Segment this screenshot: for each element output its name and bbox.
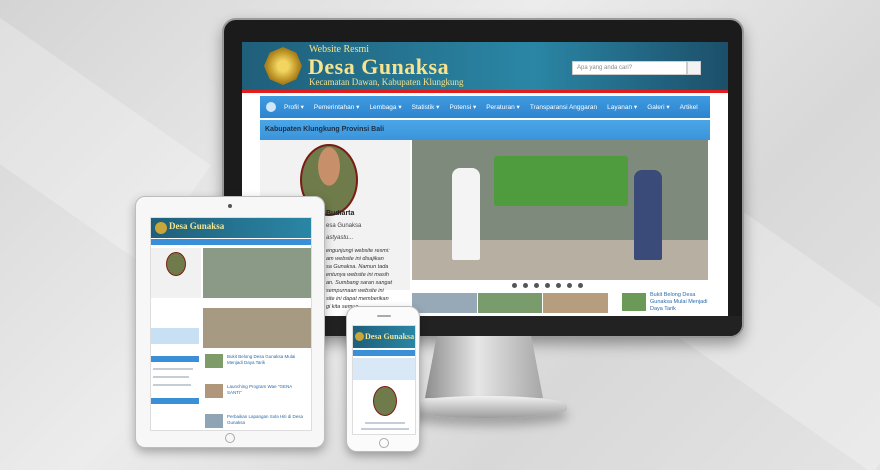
tablet-news-thumb[interactable]	[205, 354, 223, 368]
tablet-site-header: Desa Gunaksa	[151, 218, 311, 238]
phone-screen: Desa Gunaksa	[352, 325, 416, 435]
tablet-logo	[155, 222, 167, 234]
slider-dot[interactable]	[523, 283, 528, 288]
phone-text-line	[361, 428, 409, 430]
slider-dot[interactable]	[545, 283, 550, 288]
tablet-slider[interactable]	[203, 248, 311, 298]
nav-item-peraturan[interactable]: Peraturan ▾	[486, 103, 520, 111]
profile-role: esa Gunaksa	[326, 223, 362, 229]
tablet-sidebar-widget	[151, 356, 199, 362]
slider-dot[interactable]	[567, 283, 572, 288]
main-nav: Profil ▾ Pemerintahan ▾ Lembaga ▾ Statis…	[260, 96, 710, 118]
site-header: Website Resmi Desa Gunaksa Kecamatan Daw…	[242, 42, 728, 90]
profile-text-visible: Budiarta esa Gunaksa astyastu... engunju…	[326, 210, 396, 310]
tablet-news-thumb[interactable]	[205, 384, 223, 398]
tablet-news-link[interactable]: Bukit Belong Desa Gunaksa Mulai Menjadi …	[227, 354, 307, 365]
gallery-thumb[interactable]	[412, 293, 477, 313]
tablet-camera	[228, 204, 232, 208]
search-button[interactable]	[687, 61, 701, 75]
news-thumbnail[interactable]	[622, 293, 646, 311]
nav-item-lembaga[interactable]: Lembaga ▾	[369, 103, 401, 111]
home-icon[interactable]	[266, 102, 276, 112]
tablet-news-link[interactable]: Perbaikan Lapangan Sola Hiti di Desa Gun…	[227, 414, 307, 425]
nav-item-profil[interactable]: Profil ▾	[284, 103, 304, 111]
slider-pagination	[512, 283, 583, 288]
tablet-sidebar-widget	[151, 328, 199, 344]
image-slider[interactable]	[412, 140, 708, 280]
region-title: Kabupaten Klungkung Provinsi Bali	[260, 118, 710, 140]
tablet-home-button[interactable]	[225, 433, 235, 443]
phone-site-header: Desa Gunaksa	[353, 326, 415, 348]
phone-logo	[355, 332, 364, 341]
slider-dot[interactable]	[512, 283, 517, 288]
nav-item-artikel[interactable]: Artikel	[680, 104, 698, 111]
phone-portrait	[373, 386, 397, 416]
slide-person-white	[452, 168, 480, 260]
nav-item-pemerintahan[interactable]: Pemerintahan ▾	[314, 103, 360, 111]
news-headline[interactable]: Bukit Belong Desa Gunaksa Mulai Menjadi …	[650, 292, 708, 313]
phone-text-line	[365, 422, 405, 424]
tablet-sidebar-line	[153, 376, 189, 378]
nav-item-layanan[interactable]: Layanan ▾	[607, 103, 637, 111]
nav-item-transparansi[interactable]: Transparansi Anggaran	[530, 104, 597, 111]
tablet-sidebar-widget	[151, 398, 199, 404]
slide-banner	[494, 156, 628, 206]
gallery-thumb[interactable]	[543, 293, 609, 313]
slider-dot[interactable]	[534, 283, 539, 288]
tablet-news-thumb[interactable]	[205, 414, 223, 428]
phone-site-title: Desa Gunaksa	[365, 332, 415, 341]
tablet-nav[interactable]	[151, 239, 311, 245]
tablet-photo-grid	[203, 308, 311, 348]
monitor-stand-neck	[425, 336, 543, 398]
phone-home-button[interactable]	[379, 438, 389, 448]
header-accent-bar	[242, 90, 728, 93]
search-input[interactable]: Apa yang anda cari?	[572, 61, 687, 75]
tablet-sidebar-line	[153, 368, 193, 370]
gallery-thumb[interactable]	[477, 293, 543, 313]
monitor-stand-base	[405, 396, 567, 418]
slider-dot[interactable]	[556, 283, 561, 288]
tablet-sidebar-line	[153, 384, 191, 386]
nav-item-statistik[interactable]: Statistik ▾	[412, 103, 440, 111]
phone-device: Desa Gunaksa	[346, 306, 420, 452]
tablet-screen: Desa Gunaksa Bukit Belong Desa Gunaksa M…	[150, 217, 312, 431]
tablet-device: Desa Gunaksa Bukit Belong Desa Gunaksa M…	[135, 196, 325, 448]
site-subtitle: Kecamatan Dawan, Kabupaten Klungkung	[309, 77, 464, 87]
phone-nav[interactable]	[353, 350, 415, 356]
nav-item-galeri[interactable]: Galeri ▾	[647, 103, 669, 111]
tablet-portrait	[166, 252, 186, 276]
village-logo	[264, 47, 302, 85]
phone-speaker	[377, 315, 391, 317]
gallery-thumbnails	[412, 293, 609, 313]
phone-banner	[353, 358, 415, 380]
profile-name: Budiarta	[326, 210, 355, 217]
profile-welcome-text: engunjungi website resmi: am website ini…	[326, 248, 393, 310]
tablet-news-link[interactable]: Launching Program Wae "GENA SANTI"	[227, 384, 307, 395]
slider-dot[interactable]	[578, 283, 583, 288]
tablet-site-title: Desa Gunaksa	[169, 221, 225, 231]
nav-item-potensi[interactable]: Potensi ▾	[449, 103, 476, 111]
slide-person-batik	[634, 170, 662, 260]
profile-greeting: astyastu...	[326, 235, 354, 241]
